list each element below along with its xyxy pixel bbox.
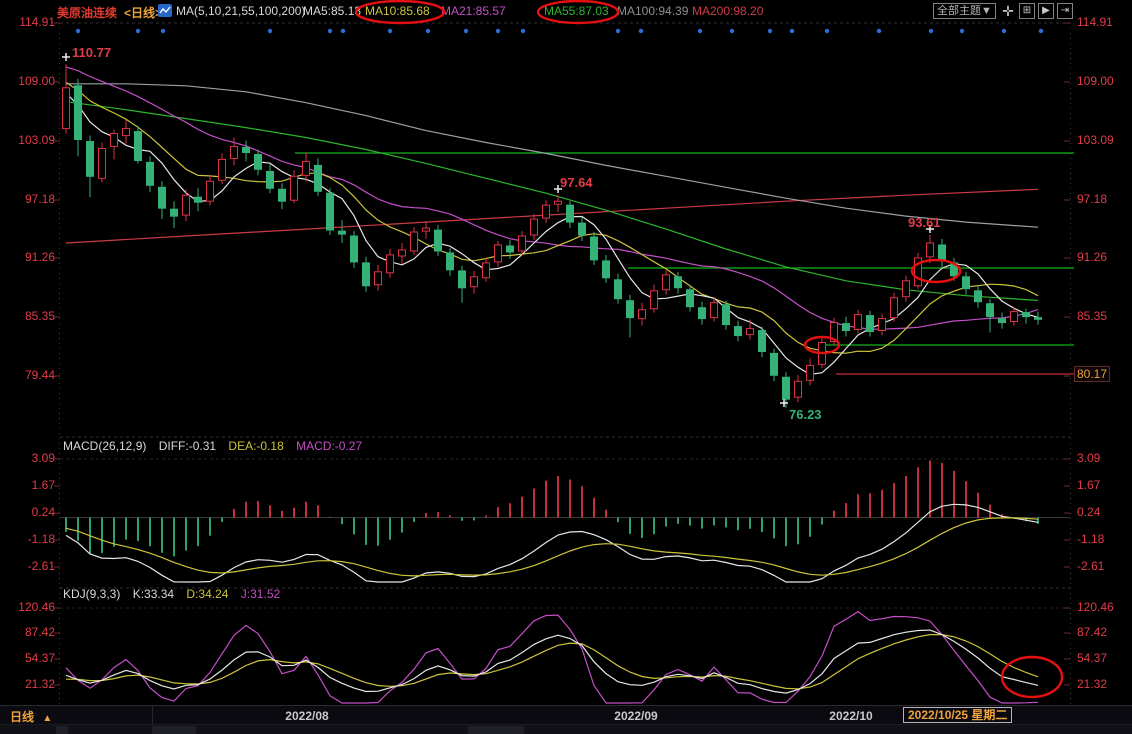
scrollbar-segment bbox=[56, 726, 68, 734]
axis-tick-label: 91.26 bbox=[1077, 250, 1129, 264]
scrollbar-segment bbox=[152, 726, 196, 734]
selected-date-badge: 2022/10/25 星期二 bbox=[903, 707, 1012, 723]
axis-tick-label: 54.37 bbox=[1077, 651, 1129, 665]
kdj-panel-region[interactable] bbox=[0, 585, 1132, 705]
horizontal-scrollbar[interactable] bbox=[0, 724, 1132, 734]
kdj-j-value: J:31.52 bbox=[241, 587, 280, 601]
axis-tick-label: -2.61 bbox=[3, 559, 55, 573]
axis-tick-label: 97.18 bbox=[3, 192, 55, 206]
axis-tick-label: 109.00 bbox=[1077, 74, 1129, 88]
axis-tick-label: 109.00 bbox=[3, 74, 55, 88]
period-tab-label: 日线 bbox=[10, 710, 34, 724]
jump-end-icon[interactable]: ⇥ bbox=[1057, 3, 1073, 19]
chart-header: 美原油连续 <日线> MA(5,10,21,55,100,200) MA5:85… bbox=[0, 0, 1132, 22]
ma10-value: MA10:85.68 bbox=[365, 4, 430, 18]
ma200-value: MA200:98.20 bbox=[692, 4, 763, 18]
bottom-bar: 日线 ▲ 2022/08 2022/09 2022/10 2022/10/25 星期… bbox=[0, 705, 1132, 734]
theme-selector-button[interactable]: 全部主题▼ bbox=[933, 3, 996, 19]
ma21-value: MA21:85.57 bbox=[441, 4, 506, 18]
kdj-panel-title: KDJ(9,3,3) K:33.34 D:34.24 J:31.52 bbox=[63, 587, 289, 601]
axis-tick-label: 120.46 bbox=[1077, 600, 1129, 614]
macd-diff-value: DIFF:-0.31 bbox=[159, 439, 216, 453]
macd-params-label: MACD(26,12,9) bbox=[63, 439, 146, 453]
axis-tick-label: 21.32 bbox=[1077, 677, 1129, 691]
axis-tick-label: 21.32 bbox=[3, 677, 55, 691]
axis-tick-label: 103.09 bbox=[3, 133, 55, 147]
macd-panel-region[interactable] bbox=[0, 437, 1132, 585]
axis-tick-label: 1.67 bbox=[3, 478, 55, 492]
macd-macd-value: MACD:-0.27 bbox=[296, 439, 362, 453]
triangle-up-icon: ▲ bbox=[42, 713, 52, 724]
kdj-params-label: KDJ(9,3,3) bbox=[63, 587, 120, 601]
axis-tick-label: 0.24 bbox=[3, 505, 55, 519]
kdj-k-value: K:33.34 bbox=[133, 587, 174, 601]
axis-tick-label: 79.44 bbox=[3, 368, 55, 382]
axis-tick-label: 97.18 bbox=[1077, 192, 1129, 206]
axis-tick-label: 85.35 bbox=[1077, 309, 1129, 323]
axis-tick-label: 91.26 bbox=[3, 250, 55, 264]
ma-params-label: MA(5,10,21,55,100,200) bbox=[176, 4, 305, 18]
line-chart-icon[interactable] bbox=[158, 4, 172, 17]
period-tab-daily[interactable]: 日线 ▲ bbox=[10, 708, 52, 725]
macd-dea-value: DEA:-0.18 bbox=[228, 439, 283, 453]
trading-app-window: 美原油连续 <日线> MA(5,10,21,55,100,200) MA5:85… bbox=[0, 0, 1132, 734]
scrollbar-segment bbox=[468, 726, 524, 734]
axis-tick-label: 3.09 bbox=[3, 451, 55, 465]
axis-tick-label: -1.18 bbox=[3, 532, 55, 546]
axis-tick-label: -2.61 bbox=[1077, 559, 1129, 573]
main-price-chart-region[interactable] bbox=[0, 22, 1132, 437]
axis-tick-label: 85.35 bbox=[3, 309, 55, 323]
axis-tick-label: -1.18 bbox=[1077, 532, 1129, 546]
axis-tick-label: 120.46 bbox=[3, 600, 55, 614]
last-level-price-marker: 80.17 bbox=[1074, 366, 1110, 382]
symbol-title[interactable]: 美原油连续 bbox=[57, 4, 117, 21]
period-tag: <日线> bbox=[124, 4, 162, 21]
bottom-bar-divider bbox=[152, 706, 153, 724]
axis-tick-label: 54.37 bbox=[3, 651, 55, 665]
month-axis-label: 2022/10 bbox=[829, 709, 872, 723]
crosshair-icon[interactable]: ✛ bbox=[1000, 3, 1016, 19]
axis-tick-label: 0.24 bbox=[1077, 505, 1129, 519]
ma100-value: MA100:94.39 bbox=[617, 4, 688, 18]
axis-tick-label: 114.91 bbox=[3, 15, 55, 29]
macd-panel-title: MACD(26,12,9) DIFF:-0.31 DEA:-0.18 MACD:… bbox=[63, 439, 371, 453]
ma5-value: MA5:85.13 bbox=[303, 4, 361, 18]
axis-tick-label: 3.09 bbox=[1077, 451, 1129, 465]
axis-tick-label: 114.91 bbox=[1077, 15, 1129, 29]
axis-tick-label: 87.42 bbox=[1077, 625, 1129, 639]
kdj-d-value: D:34.24 bbox=[186, 587, 228, 601]
ma55-value: MA55:87.03 bbox=[544, 4, 609, 18]
axis-tick-label: 103.09 bbox=[1077, 133, 1129, 147]
fit-chart-icon[interactable]: ⊞ bbox=[1019, 3, 1035, 19]
play-icon[interactable]: ▶ bbox=[1038, 3, 1054, 19]
month-axis-label: 2022/08 bbox=[285, 709, 328, 723]
axis-tick-label: 1.67 bbox=[1077, 478, 1129, 492]
axis-tick-label: 87.42 bbox=[3, 625, 55, 639]
month-axis-label: 2022/09 bbox=[614, 709, 657, 723]
